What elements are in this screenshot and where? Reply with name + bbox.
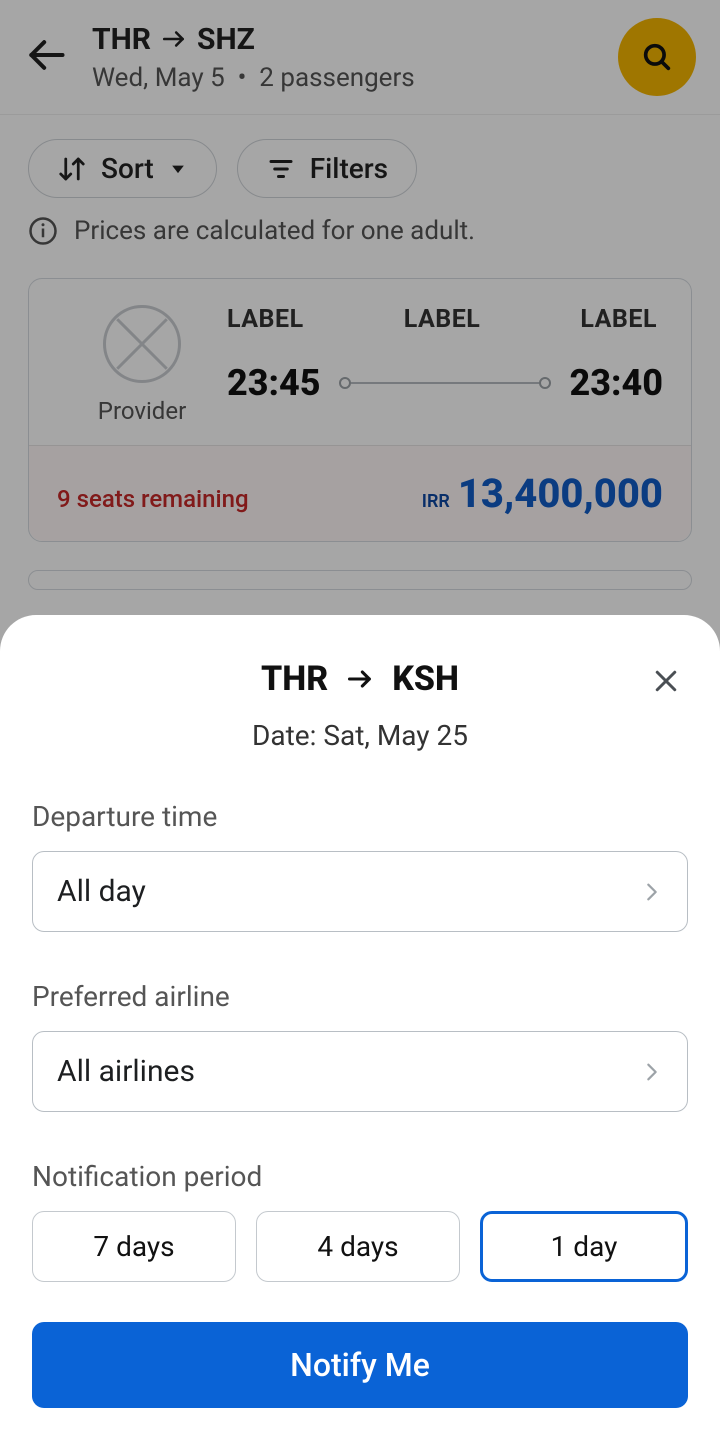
preferred-airline-group: Preferred airline All airlines	[32, 980, 688, 1112]
preferred-airline-value: All airlines	[57, 1054, 195, 1089]
departure-time-label: Departure time	[32, 800, 688, 833]
period-option-7days[interactable]: 7 days	[32, 1211, 236, 1282]
arrow-right-icon	[346, 665, 374, 693]
period-option-1day[interactable]: 1 day	[480, 1211, 688, 1282]
preferred-airline-label: Preferred airline	[32, 980, 688, 1013]
chevron-right-icon	[641, 881, 663, 903]
chevron-right-icon	[641, 1061, 663, 1083]
departure-time-group: Departure time All day	[32, 800, 688, 932]
sheet-destination: KSH	[392, 659, 459, 699]
notification-period-group: Notification period 7 days 4 days 1 day	[32, 1160, 688, 1282]
sheet-route: THR KSH	[32, 659, 688, 699]
period-option-4days[interactable]: 4 days	[256, 1211, 460, 1282]
period-row: 7 days 4 days 1 day	[32, 1211, 688, 1282]
notify-me-button[interactable]: Notify Me	[32, 1322, 688, 1408]
departure-time-select[interactable]: All day	[32, 851, 688, 932]
notification-period-label: Notification period	[32, 1160, 688, 1193]
close-icon	[651, 666, 681, 696]
sheet-date: Date: Sat, May 25	[32, 719, 688, 752]
close-button[interactable]	[644, 659, 688, 703]
notify-bottom-sheet: THR KSH Date: Sat, May 25 Departure time…	[0, 615, 720, 1440]
departure-time-value: All day	[57, 874, 146, 909]
sheet-origin: THR	[261, 659, 328, 699]
preferred-airline-select[interactable]: All airlines	[32, 1031, 688, 1112]
